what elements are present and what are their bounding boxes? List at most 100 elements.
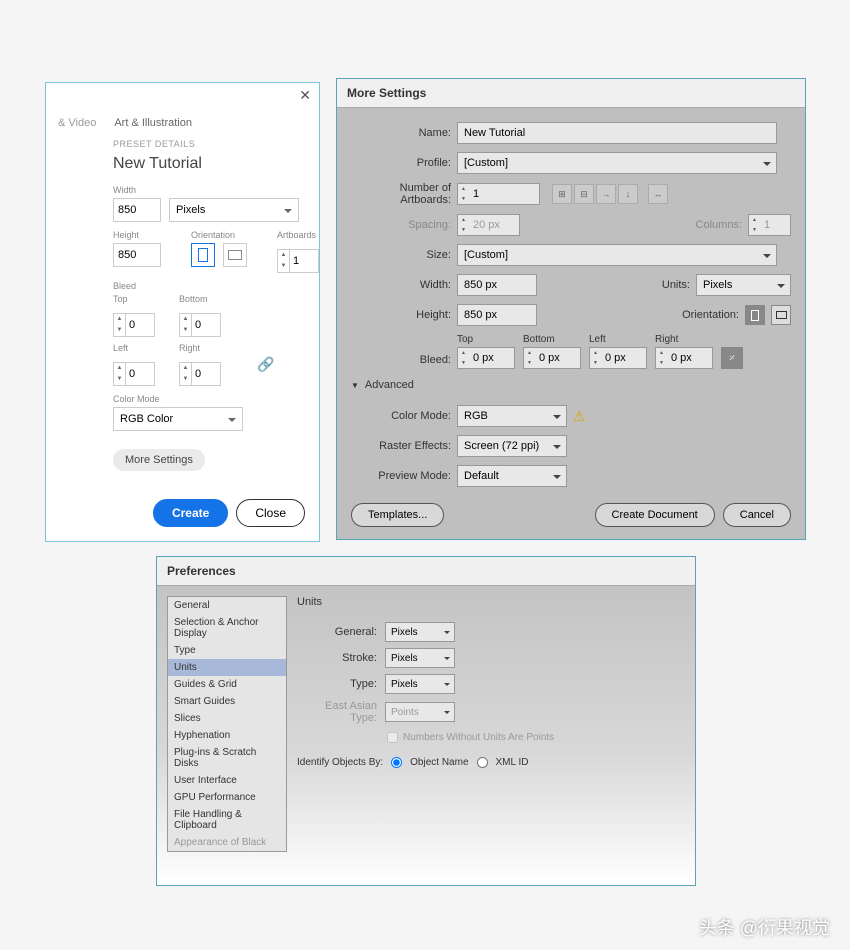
artboards-count-label: Number of Artboards: — [351, 182, 451, 206]
new-document-panel: ✕ & Video Art & Illustration PRESET DETA… — [45, 82, 320, 542]
units-dropdown[interactable]: Pixels — [169, 198, 299, 222]
raster-effects-dropdown[interactable]: Screen (72 ppi) — [457, 435, 567, 457]
size-dropdown[interactable]: [Custom] — [457, 244, 777, 266]
arrange-ltr-icon[interactable]: ↔ — [648, 184, 668, 204]
columns-label: Columns: — [696, 219, 742, 231]
category-tabs: & Video Art & Illustration — [58, 117, 307, 129]
more-width-input[interactable] — [457, 274, 537, 296]
more-bleed-top-stepper[interactable]: ▲▼ — [457, 347, 515, 369]
link-bleed-icon[interactable]: 🔗 — [257, 356, 274, 373]
bleed-bottom-label: Bottom — [179, 294, 221, 304]
bleed-top-stepper[interactable]: ▲▼ — [113, 313, 155, 337]
more-bleed-left-stepper[interactable]: ▲▼ — [589, 347, 647, 369]
more-orientation-label: Orientation: — [682, 309, 739, 321]
bleed-label: Bleed — [113, 281, 307, 291]
grid-row-icon[interactable]: ⊞ — [552, 184, 572, 204]
height-label: Height — [113, 230, 161, 240]
preset-details-label: PRESET DETAILS — [113, 139, 307, 149]
more-bleed-bottom-label: Bottom — [523, 334, 581, 345]
sidebar-item-appearance[interactable]: Appearance of Black — [168, 834, 286, 851]
prefs-general-dropdown[interactable]: Pixels — [385, 622, 455, 642]
more-height-input[interactable] — [457, 304, 537, 326]
sidebar-item-guides[interactable]: Guides & Grid — [168, 676, 286, 693]
more-bleed-right-stepper[interactable]: ▲▼ — [655, 347, 713, 369]
orientation-label: Orientation — [191, 230, 247, 240]
prefs-radio-xml-id[interactable] — [477, 757, 488, 768]
warning-icon: ⚠ — [573, 408, 586, 425]
sidebar-item-file-handling[interactable]: File Handling & Clipboard — [168, 806, 286, 834]
orientation-portrait-button[interactable] — [191, 243, 215, 267]
sidebar-item-units[interactable]: Units — [168, 659, 286, 676]
more-units-dropdown[interactable]: Pixels — [696, 274, 791, 296]
height-input[interactable] — [113, 243, 161, 267]
sidebar-item-smart-guides[interactable]: Smart Guides — [168, 693, 286, 710]
prefs-numbers-label: Numbers Without Units Are Points — [403, 732, 554, 743]
preferences-panel: Preferences General Selection & Anchor D… — [156, 556, 696, 886]
spacing-label: Spacing: — [351, 219, 451, 231]
tab-video[interactable]: & Video — [58, 117, 96, 129]
width-input[interactable] — [113, 198, 161, 222]
more-bleed-right-label: Right — [655, 334, 713, 345]
sidebar-item-gpu[interactable]: GPU Performance — [168, 789, 286, 806]
prefs-type-dropdown[interactable]: Pixels — [385, 674, 455, 694]
advanced-section-header[interactable]: Advanced — [351, 379, 791, 395]
raster-effects-label: Raster Effects: — [351, 440, 451, 452]
grid-col-icon[interactable]: ⊟ — [574, 184, 594, 204]
prefs-radio-xml-id-label: XML ID — [496, 757, 529, 768]
bleed-bottom-stepper[interactable]: ▲▼ — [179, 313, 221, 337]
preferences-title: Preferences — [157, 557, 695, 586]
preview-mode-dropdown[interactable]: Default — [457, 465, 567, 487]
more-orientation-portrait[interactable] — [745, 305, 765, 325]
color-mode-dropdown[interactable]: RGB Color — [113, 407, 243, 431]
sidebar-item-hyphenation[interactable]: Hyphenation — [168, 727, 286, 744]
prefs-type-label: Type: — [297, 678, 377, 690]
sidebar-item-general[interactable]: General — [168, 597, 286, 614]
tab-art-illustration[interactable]: Art & Illustration — [114, 117, 192, 129]
profile-dropdown[interactable]: [Custom] — [457, 152, 777, 174]
orientation-landscape-button[interactable] — [223, 243, 247, 267]
arrange-down-icon[interactable]: ↓ — [618, 184, 638, 204]
sidebar-item-type[interactable]: Type — [168, 642, 286, 659]
more-height-label: Height: — [351, 309, 451, 321]
more-units-label: Units: — [662, 279, 690, 291]
name-label: Name: — [351, 127, 451, 139]
more-link-bleed-icon[interactable]: 𝄎 — [721, 347, 743, 369]
prefs-stroke-dropdown[interactable]: Pixels — [385, 648, 455, 668]
profile-label: Profile: — [351, 157, 451, 169]
cancel-button[interactable]: Cancel — [723, 503, 791, 527]
prefs-radio-object-name[interactable] — [391, 757, 402, 768]
more-color-mode-dropdown[interactable]: RGB — [457, 405, 567, 427]
more-settings-button[interactable]: More Settings — [113, 449, 205, 471]
arrange-right-icon[interactable]: → — [596, 184, 616, 204]
preview-mode-label: Preview Mode: — [351, 470, 451, 482]
prefs-radio-object-name-label: Object Name — [410, 757, 468, 768]
more-settings-panel: More Settings Name: Profile: [Custom] Nu… — [336, 78, 806, 540]
prefs-stroke-label: Stroke: — [297, 652, 377, 664]
columns-stepper: ▲▼ — [748, 214, 791, 236]
sidebar-item-ui[interactable]: User Interface — [168, 772, 286, 789]
sidebar-item-selection[interactable]: Selection & Anchor Display — [168, 614, 286, 642]
width-label: Width — [113, 185, 307, 195]
more-orientation-landscape[interactable] — [771, 305, 791, 325]
sidebar-item-slices[interactable]: Slices — [168, 710, 286, 727]
create-document-button[interactable]: Create Document — [595, 503, 715, 527]
sidebar-item-plugins[interactable]: Plug-ins & Scratch Disks — [168, 744, 286, 772]
name-input[interactable] — [457, 122, 777, 144]
artboards-count-stepper[interactable]: ▲▼ — [457, 183, 540, 205]
bleed-left-stepper[interactable]: ▲▼ — [113, 362, 155, 386]
bleed-top-label: Top — [113, 294, 155, 304]
document-title[interactable]: New Tutorial — [113, 155, 307, 173]
templates-button[interactable]: Templates... — [351, 503, 444, 527]
create-button[interactable]: Create — [153, 499, 228, 527]
bleed-left-label: Left — [113, 343, 155, 353]
prefs-section-title: Units — [297, 596, 685, 608]
more-bleed-bottom-stepper[interactable]: ▲▼ — [523, 347, 581, 369]
artboards-stepper[interactable]: ▲▼ — [277, 249, 319, 273]
more-width-label: Width: — [351, 279, 451, 291]
bleed-right-stepper[interactable]: ▲▼ — [179, 362, 221, 386]
prefs-identify-label: Identify Objects By: — [297, 757, 383, 768]
more-bleed-left-label: Left — [589, 334, 647, 345]
close-icon[interactable]: ✕ — [299, 87, 311, 104]
artboards-label: Artboards — [277, 230, 319, 240]
close-button[interactable]: Close — [236, 499, 305, 527]
